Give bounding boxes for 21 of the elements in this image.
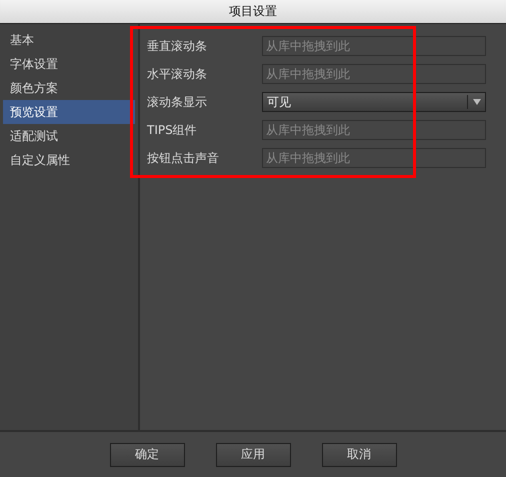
sidebar-item[interactable]: 适配测试 [3, 124, 135, 148]
window-title: 项目设置 [229, 3, 277, 20]
input-field[interactable]: 从库中拖拽到此 [262, 36, 486, 56]
input-field[interactable]: 从库中拖拽到此 [262, 64, 486, 84]
setting-label: 按钮点击声音 [147, 150, 220, 166]
sidebar-item[interactable]: 颜色方案 [3, 76, 135, 100]
setting-label: 垂直滚动条 [147, 38, 208, 54]
dialog-button[interactable]: 应用 [216, 442, 290, 466]
sidebar-item[interactable]: 预览设置 [3, 100, 135, 124]
setting-label: TIPS组件 [147, 122, 198, 138]
sidebar-item[interactable]: 自定义属性 [3, 148, 135, 172]
dropdown[interactable]: 可见 [262, 92, 486, 112]
setting-label: 滚动条显示 [147, 94, 208, 110]
sidebar-item[interactable]: 字体设置 [3, 52, 135, 76]
input-field[interactable]: 从库中拖拽到此 [262, 120, 486, 140]
dialog-button[interactable]: 确定 [110, 442, 184, 466]
caret-icon [473, 99, 481, 105]
dialog-button[interactable]: 取消 [322, 442, 396, 466]
setting-label: 水平滚动条 [147, 66, 208, 82]
sidebar-item[interactable]: 基本 [3, 28, 135, 52]
input-field[interactable]: 从库中拖拽到此 [262, 148, 486, 168]
